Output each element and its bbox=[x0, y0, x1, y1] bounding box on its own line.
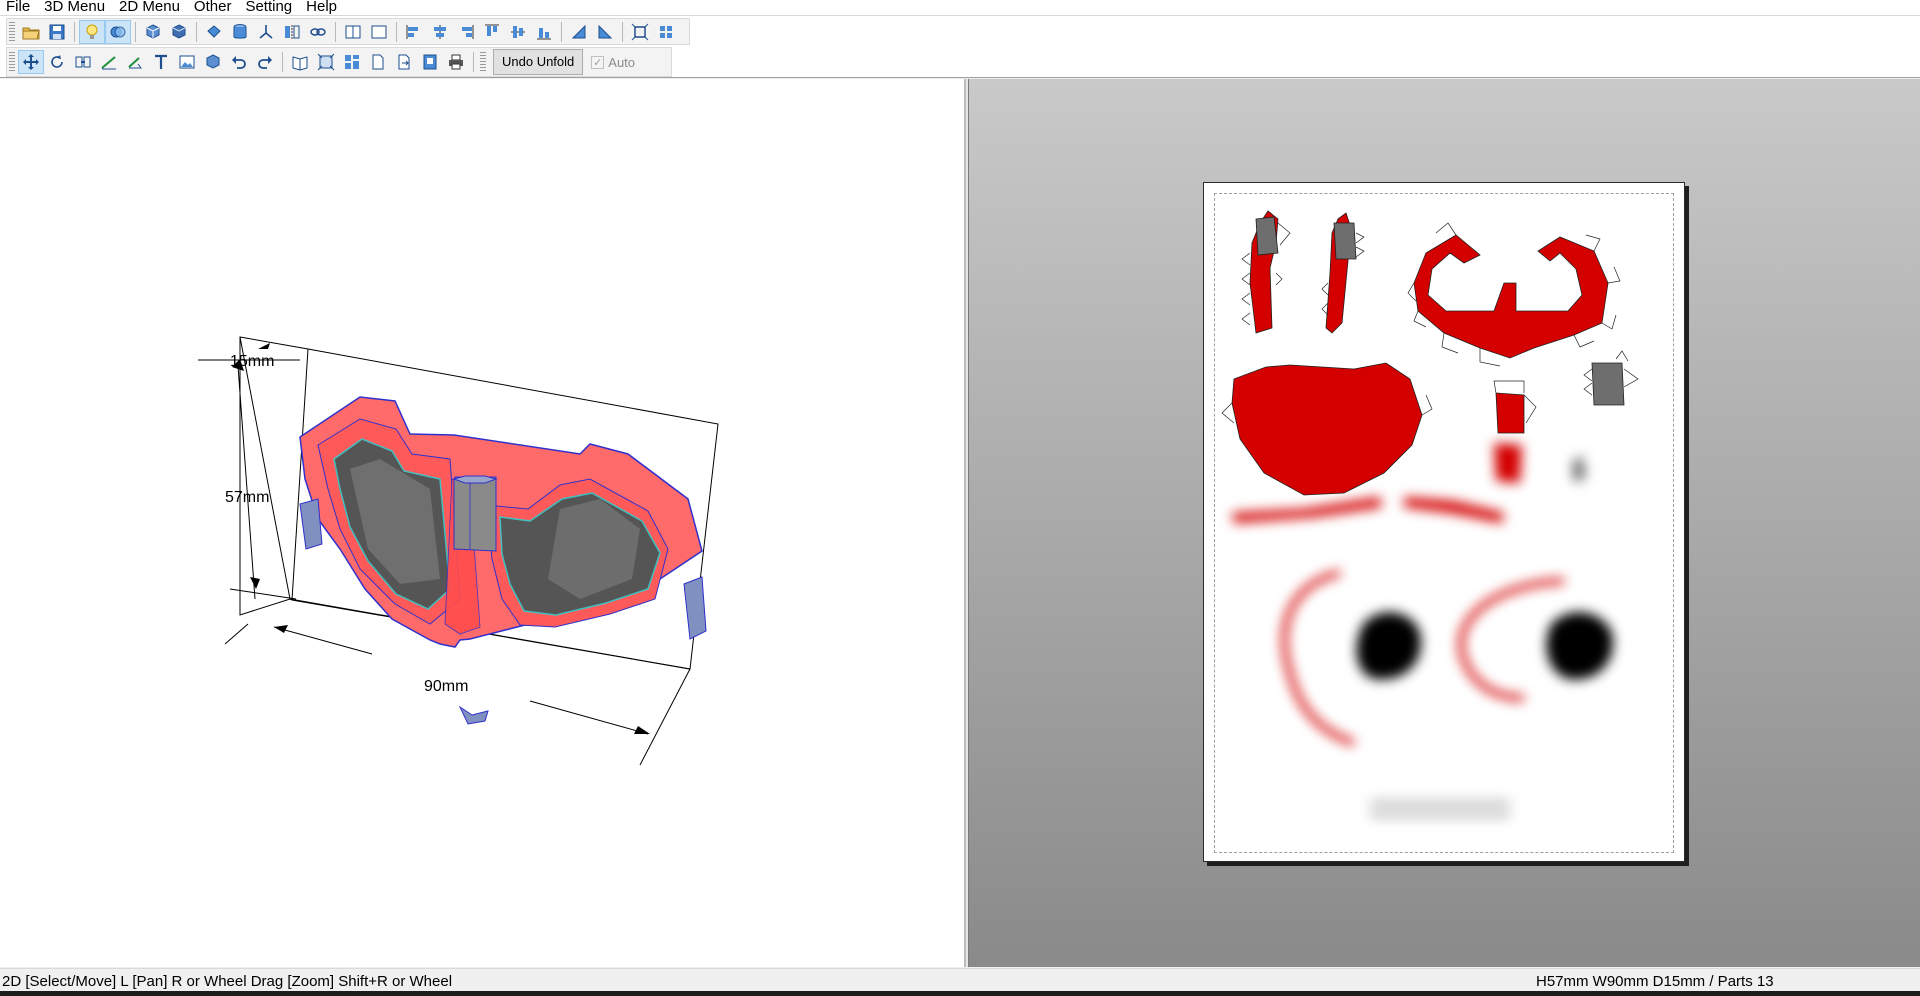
menu-other[interactable]: Other bbox=[187, 0, 239, 15]
viewport-2d[interactable] bbox=[968, 79, 1920, 967]
menu-help[interactable]: Help bbox=[299, 0, 344, 15]
unfold-book-icon[interactable] bbox=[287, 50, 313, 74]
align-right-icon[interactable] bbox=[453, 20, 479, 44]
menu-file[interactable]: File bbox=[0, 0, 37, 15]
menu-2d[interactable]: 2D Menu bbox=[112, 0, 187, 15]
toolbar-grip-icon[interactable] bbox=[480, 52, 486, 72]
paint-bucket-icon[interactable] bbox=[201, 20, 227, 44]
select-move-icon[interactable] bbox=[18, 50, 44, 74]
viewport-3d[interactable]: 15mm 57mm 90mm bbox=[0, 79, 966, 967]
rotate-right-icon[interactable] bbox=[592, 20, 618, 44]
flip-icon[interactable] bbox=[279, 20, 305, 44]
menu-3d[interactable]: 3D Menu bbox=[37, 0, 112, 15]
model-3d-view[interactable]: 15mm 57mm 90mm bbox=[0, 79, 966, 967]
fit-icon[interactable] bbox=[627, 20, 653, 44]
toolbar-grip-icon[interactable] bbox=[9, 52, 15, 72]
pepakura-app-window: File 3D Menu 2D Menu Other Setting Help bbox=[0, 0, 1920, 996]
join-icon[interactable] bbox=[70, 50, 96, 74]
toolbar-separator bbox=[473, 52, 474, 72]
box-tool-icon[interactable] bbox=[200, 50, 226, 74]
single-pane-icon[interactable] bbox=[340, 20, 366, 44]
toolbar-separator bbox=[196, 21, 197, 42]
fit-all-icon[interactable] bbox=[653, 20, 679, 44]
dual-pane-icon[interactable] bbox=[366, 20, 392, 44]
image-tool-icon[interactable] bbox=[174, 50, 200, 74]
align-center-icon[interactable] bbox=[427, 20, 453, 44]
light-bulb-icon[interactable] bbox=[79, 19, 105, 44]
part-gray-block[interactable] bbox=[1583, 350, 1639, 406]
save-icon[interactable] bbox=[44, 20, 70, 44]
align-left-icon[interactable] bbox=[401, 20, 427, 44]
toolbar-separator bbox=[561, 21, 562, 42]
status-mode-hint: 2D [Select/Move] L [Pan] R or Wheel Drag… bbox=[2, 973, 453, 990]
cube-alt-view-icon[interactable] bbox=[166, 20, 192, 44]
rotate-part-icon[interactable] bbox=[44, 50, 70, 74]
text-tool-icon[interactable] bbox=[148, 50, 174, 74]
depth-dimension-label: 15mm bbox=[230, 353, 274, 370]
rotate-left-icon[interactable] bbox=[566, 20, 592, 44]
menu-bar: File 3D Menu 2D Menu Other Setting Help bbox=[0, 0, 1920, 16]
align-middle-icon[interactable] bbox=[505, 20, 531, 44]
paper-sheet bbox=[1203, 182, 1685, 862]
part-center-red[interactable] bbox=[1221, 362, 1433, 496]
undo-unfold-button[interactable]: Undo Unfold bbox=[493, 49, 584, 75]
part-frame[interactable] bbox=[1407, 222, 1621, 367]
toolbar-grip-icon[interactable] bbox=[9, 21, 15, 42]
toolbar-separator bbox=[282, 52, 283, 72]
print-preview-icon[interactable] bbox=[417, 50, 443, 74]
undo-icon[interactable] bbox=[226, 50, 252, 74]
parts-lower-blurred bbox=[1232, 443, 1613, 817]
flap-tool-icon[interactable] bbox=[122, 50, 148, 74]
part-strap-right[interactable] bbox=[1321, 212, 1365, 334]
status-model-info: H57mm W90mm D15mm / Parts 13 bbox=[1536, 973, 1774, 990]
height-dimension-label: 57mm bbox=[225, 489, 269, 506]
toolbar-separator bbox=[135, 21, 136, 42]
auto-checkbox[interactable]: ✓ Auto bbox=[591, 55, 635, 70]
taskbar-edge bbox=[0, 991, 1920, 996]
pattern-icon[interactable] bbox=[339, 50, 365, 74]
width-dimension-label: 90mm bbox=[424, 678, 468, 695]
menu-setting[interactable]: Setting bbox=[238, 0, 299, 15]
export-icon[interactable] bbox=[391, 50, 417, 74]
goggles-model[interactable] bbox=[299, 396, 707, 725]
page-icon[interactable] bbox=[365, 50, 391, 74]
redo-icon[interactable] bbox=[252, 50, 278, 74]
edge-tool-icon[interactable] bbox=[96, 50, 122, 74]
toolbar-row-1 bbox=[6, 18, 690, 45]
print-icon[interactable] bbox=[443, 50, 469, 74]
axes-icon[interactable] bbox=[253, 20, 279, 44]
status-bar: 2D [Select/Move] L [Pan] R or Wheel Drag… bbox=[0, 968, 1920, 991]
toolbar-separator bbox=[74, 21, 75, 42]
toolbar-separator bbox=[622, 21, 623, 42]
auto-checkbox-mark[interactable]: ✓ bbox=[591, 55, 605, 69]
part-small-red[interactable] bbox=[1493, 380, 1537, 434]
auto-checkbox-label: Auto bbox=[608, 54, 636, 70]
unfolded-parts[interactable] bbox=[1204, 183, 1686, 863]
texture-toggle-icon[interactable] bbox=[105, 19, 131, 44]
toolbar-area: Undo Unfold ✓ Auto bbox=[0, 16, 1920, 78]
align-top-icon[interactable] bbox=[479, 20, 505, 44]
align-bottom-icon[interactable] bbox=[531, 20, 557, 44]
toolbar-separator bbox=[335, 21, 336, 42]
open-file-icon[interactable] bbox=[18, 20, 44, 44]
toolbar-separator bbox=[396, 21, 397, 42]
part-strap-left[interactable] bbox=[1241, 210, 1291, 334]
cylinder-icon[interactable] bbox=[227, 20, 253, 44]
cube-view-icon[interactable] bbox=[140, 20, 166, 44]
toolbar-row-2: Undo Unfold ✓ Auto bbox=[6, 47, 672, 77]
link-icon[interactable] bbox=[305, 20, 331, 44]
grid-icon[interactable] bbox=[313, 50, 339, 74]
